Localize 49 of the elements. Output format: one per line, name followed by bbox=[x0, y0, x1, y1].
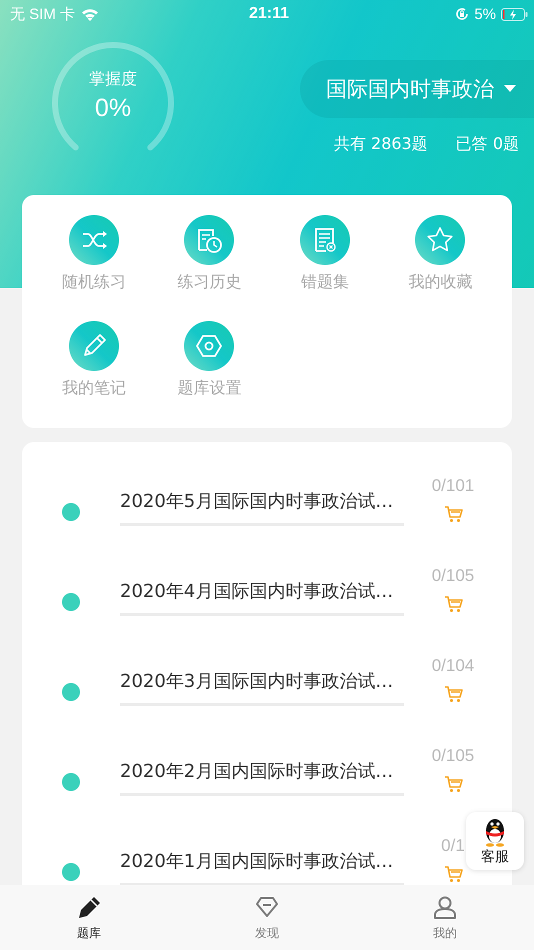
clock: 21:11 bbox=[248, 5, 290, 23]
person-icon bbox=[432, 895, 458, 921]
cart-icon[interactable] bbox=[444, 686, 462, 703]
exam-title[interactable]: 2020年1月国内国际时事政治试… bbox=[120, 849, 404, 873]
shortcut-item[interactable]: 题库设置 bbox=[152, 321, 267, 426]
status-dot bbox=[62, 593, 80, 611]
shuffle-icon bbox=[68, 215, 119, 265]
pencil-icon bbox=[68, 321, 119, 371]
cart-icon[interactable] bbox=[444, 596, 462, 613]
shortcut-item[interactable]: 练习历史 bbox=[152, 215, 267, 321]
exam-title[interactable]: 2020年4月国际国内时事政治试… bbox=[120, 579, 404, 603]
answer-count: 0/105 bbox=[432, 566, 474, 586]
document-clock-icon bbox=[184, 215, 234, 265]
status-dot bbox=[62, 503, 80, 521]
answer-count: 0/105 bbox=[432, 746, 474, 766]
document-x-icon bbox=[300, 215, 350, 265]
shortcut-item[interactable]: 我的笔记 bbox=[36, 321, 152, 426]
caret-icon bbox=[504, 85, 516, 93]
status-dot bbox=[62, 863, 80, 881]
status-dot bbox=[62, 773, 80, 791]
hexagon-nut-icon bbox=[184, 321, 234, 371]
subject-selector[interactable]: 国际国内时事政治 bbox=[300, 60, 534, 118]
battery-percent: 5% bbox=[474, 6, 496, 22]
exam-title[interactable]: 2020年2月国内国际时事政治试… bbox=[120, 759, 404, 783]
answer-count: 0/1 bbox=[441, 836, 465, 856]
shortcut-item[interactable]: 我的收藏 bbox=[382, 215, 498, 321]
mastery-value: 0% bbox=[94, 94, 132, 123]
tab[interactable]: 题库 bbox=[0, 885, 178, 950]
tab[interactable]: 我的 bbox=[356, 885, 534, 950]
pencil-icon bbox=[76, 895, 102, 921]
answered-count: 已答 0题 bbox=[456, 134, 519, 155]
answer-count: 0/101 bbox=[432, 476, 474, 496]
mastery-label: 掌握度 bbox=[89, 69, 137, 90]
shortcut-item[interactable]: 随机练习 bbox=[36, 215, 152, 321]
cart-icon[interactable] bbox=[444, 506, 462, 523]
rotation-lock-icon bbox=[455, 7, 470, 21]
exam-title[interactable]: 2020年5月国际国内时事政治试… bbox=[120, 489, 404, 513]
carrier-label: 无 SIM 卡 bbox=[10, 4, 76, 24]
support-button[interactable]: 客服 bbox=[466, 812, 524, 870]
exam-title[interactable]: 2020年3月国际国内时事政治试… bbox=[120, 669, 404, 693]
shortcut-item[interactable]: 错题集 bbox=[267, 215, 382, 321]
status-dot bbox=[62, 683, 80, 701]
cart-icon[interactable] bbox=[444, 866, 462, 883]
total-count: 共有 2863题 bbox=[334, 134, 428, 155]
cart-icon[interactable] bbox=[444, 776, 462, 793]
tab[interactable]: 发现 bbox=[178, 885, 356, 950]
wifi-icon bbox=[81, 8, 100, 20]
answer-count: 0/104 bbox=[432, 656, 474, 676]
battery-charging-icon bbox=[501, 8, 528, 20]
